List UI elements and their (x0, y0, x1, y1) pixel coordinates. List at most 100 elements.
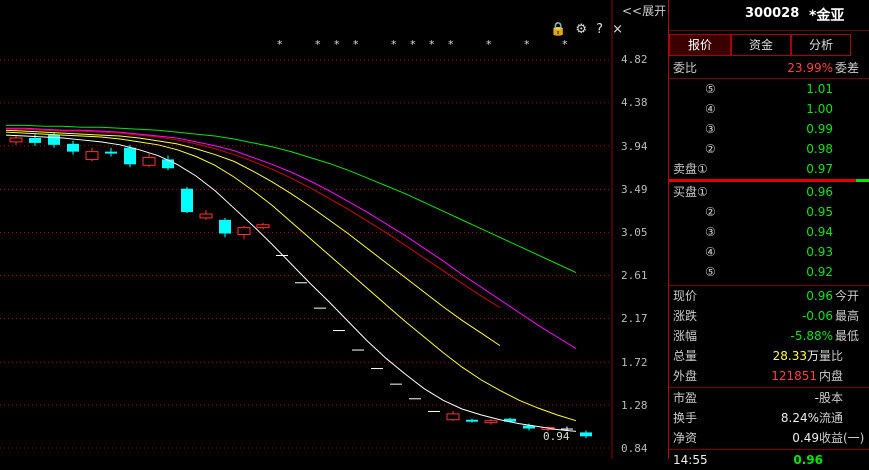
sell-row[interactable]: ④ 1.00 (669, 99, 869, 119)
candle-body (580, 432, 592, 437)
candle-body (124, 147, 136, 165)
order-price: 1.01 (806, 82, 833, 96)
event-marker[interactable]: * (353, 38, 359, 51)
stat-value: 0.96 (806, 289, 833, 303)
stat-right-label: 收益(一) (819, 431, 865, 445)
stat-value: 8.24% (780, 411, 819, 425)
event-marker[interactable]: * (486, 38, 492, 51)
y-tick-label: 4.82 (621, 53, 648, 66)
stat-right-label: 最高 (835, 309, 860, 323)
stock-name: *金亚 (809, 8, 845, 24)
stat-label: 总量 (673, 349, 698, 363)
moving-average-line (5, 129, 501, 347)
event-marker[interactable]: * (391, 38, 397, 51)
candle-body (9, 137, 23, 143)
stat-row: 外盘 121851 内盘 (669, 366, 869, 386)
y-tick-label: 4.38 (621, 96, 648, 109)
stat-row: 涨幅 -5.88% 最低 (669, 326, 869, 346)
buy-row[interactable]: ③ 0.94 (669, 222, 869, 242)
moving-average-line (5, 134, 577, 432)
collapse-button[interactable]: <<展开 (622, 2, 666, 19)
weicha-label: 委差 (835, 61, 860, 75)
stat-right-label: 今开 (835, 289, 860, 303)
tab-funds[interactable]: 资金 (731, 34, 791, 56)
candle-body (105, 151, 117, 154)
stat-row: 总量 28.33万 量比 (669, 346, 869, 366)
y-tick-label: 3.94 (621, 140, 648, 153)
stock-code: 300028 (745, 6, 800, 21)
y-tick-label: 1.28 (621, 399, 648, 412)
event-marker[interactable]: * (334, 38, 340, 51)
candle-body (199, 213, 213, 219)
stat-right-label: 量比 (819, 349, 844, 363)
order-price: 0.95 (806, 205, 833, 219)
buy-row[interactable]: ⑤ 0.92 (669, 262, 869, 282)
candle-body (428, 410, 440, 412)
stat-row: 换手 8.24% 流通 (669, 408, 869, 428)
candle-body (29, 137, 41, 143)
sell-row[interactable]: ③ 0.99 (669, 119, 869, 139)
order-price: 0.96 (806, 185, 833, 199)
stat-row: 涨跌 -0.06 最高 (669, 306, 869, 326)
order-price: 0.94 (806, 225, 833, 239)
sell-row[interactable]: 卖盘① 0.97 (669, 159, 869, 179)
stat-label: 换手 (673, 411, 698, 425)
buy-row[interactable]: ② 0.95 (669, 202, 869, 222)
stat-right-label: 股本 (819, 391, 844, 405)
buy-row[interactable]: 买盘① 0.96 (669, 182, 869, 202)
moving-average-line (5, 131, 577, 422)
order-price: 0.92 (806, 265, 833, 279)
candle-body (371, 368, 383, 370)
panel-tabs: 报价 资金 分析 (669, 34, 869, 56)
order-price: 0.99 (806, 122, 833, 136)
candle-body (162, 159, 174, 169)
tab-analysis[interactable]: 分析 (791, 34, 851, 56)
kline-svg (0, 0, 613, 459)
y-tick-label: 2.61 (621, 269, 648, 282)
y-tick-label: 2.17 (621, 312, 648, 325)
stat-value: -0.06 (801, 309, 833, 323)
buy-row[interactable]: ④ 0.93 (669, 242, 869, 262)
event-marker[interactable]: * (429, 38, 435, 51)
stock-header: 300028 *金亚 (669, 0, 869, 31)
stat-label: 涨跌 (673, 309, 698, 323)
lock-icon[interactable]: 🔒 (550, 22, 566, 37)
event-marker[interactable]: * (524, 38, 530, 51)
tab-quote[interactable]: 报价 (669, 34, 731, 56)
close-icon[interactable]: × (612, 22, 623, 37)
stat-label: 现价 (673, 289, 698, 303)
stat-value: - (814, 391, 819, 405)
weibi-row: 委比 23.99% 委差 (669, 58, 869, 78)
y-tick-label: 0.84 (621, 442, 648, 455)
sell-row[interactable]: ② 0.98 (669, 139, 869, 159)
stat-right-label: 流通 (819, 411, 844, 425)
candle-body (181, 188, 193, 213)
help-icon[interactable]: ? (596, 22, 603, 37)
moving-average-line (6, 128, 501, 309)
candle-body (67, 143, 79, 152)
candle-body (466, 419, 478, 422)
tick-row[interactable]: 14:55 0.96 (669, 450, 869, 470)
moving-average-line (6, 124, 577, 273)
kline-chart[interactable]: <<展开 🔒 ⚙ ? × * * * * * * * * * * * 4.82 … (0, 0, 668, 459)
order-price: 1.00 (806, 102, 833, 116)
event-marker[interactable]: * (315, 38, 321, 51)
event-marker[interactable]: * (448, 38, 454, 51)
y-tick-label: 1.72 (621, 356, 648, 369)
event-marker[interactable]: * (277, 38, 283, 51)
event-marker[interactable]: * (562, 38, 568, 51)
stat-value: 121851 (771, 369, 817, 383)
sell-row[interactable]: ⑤ 1.01 (669, 79, 869, 99)
candle-body (256, 224, 270, 229)
event-marker[interactable]: * (410, 38, 416, 51)
y-tick-label: 3.49 (621, 183, 648, 196)
last-price-label: 0.94 (543, 430, 570, 443)
candle-body (333, 330, 345, 332)
weibi-value: 23.99% (787, 61, 833, 75)
candle-body (409, 398, 421, 400)
candle-body (237, 227, 251, 236)
gear-icon[interactable]: ⚙ (575, 22, 587, 37)
stat-label: 市盈 (673, 391, 698, 405)
candle-body (352, 349, 364, 351)
candle-body (484, 420, 498, 424)
